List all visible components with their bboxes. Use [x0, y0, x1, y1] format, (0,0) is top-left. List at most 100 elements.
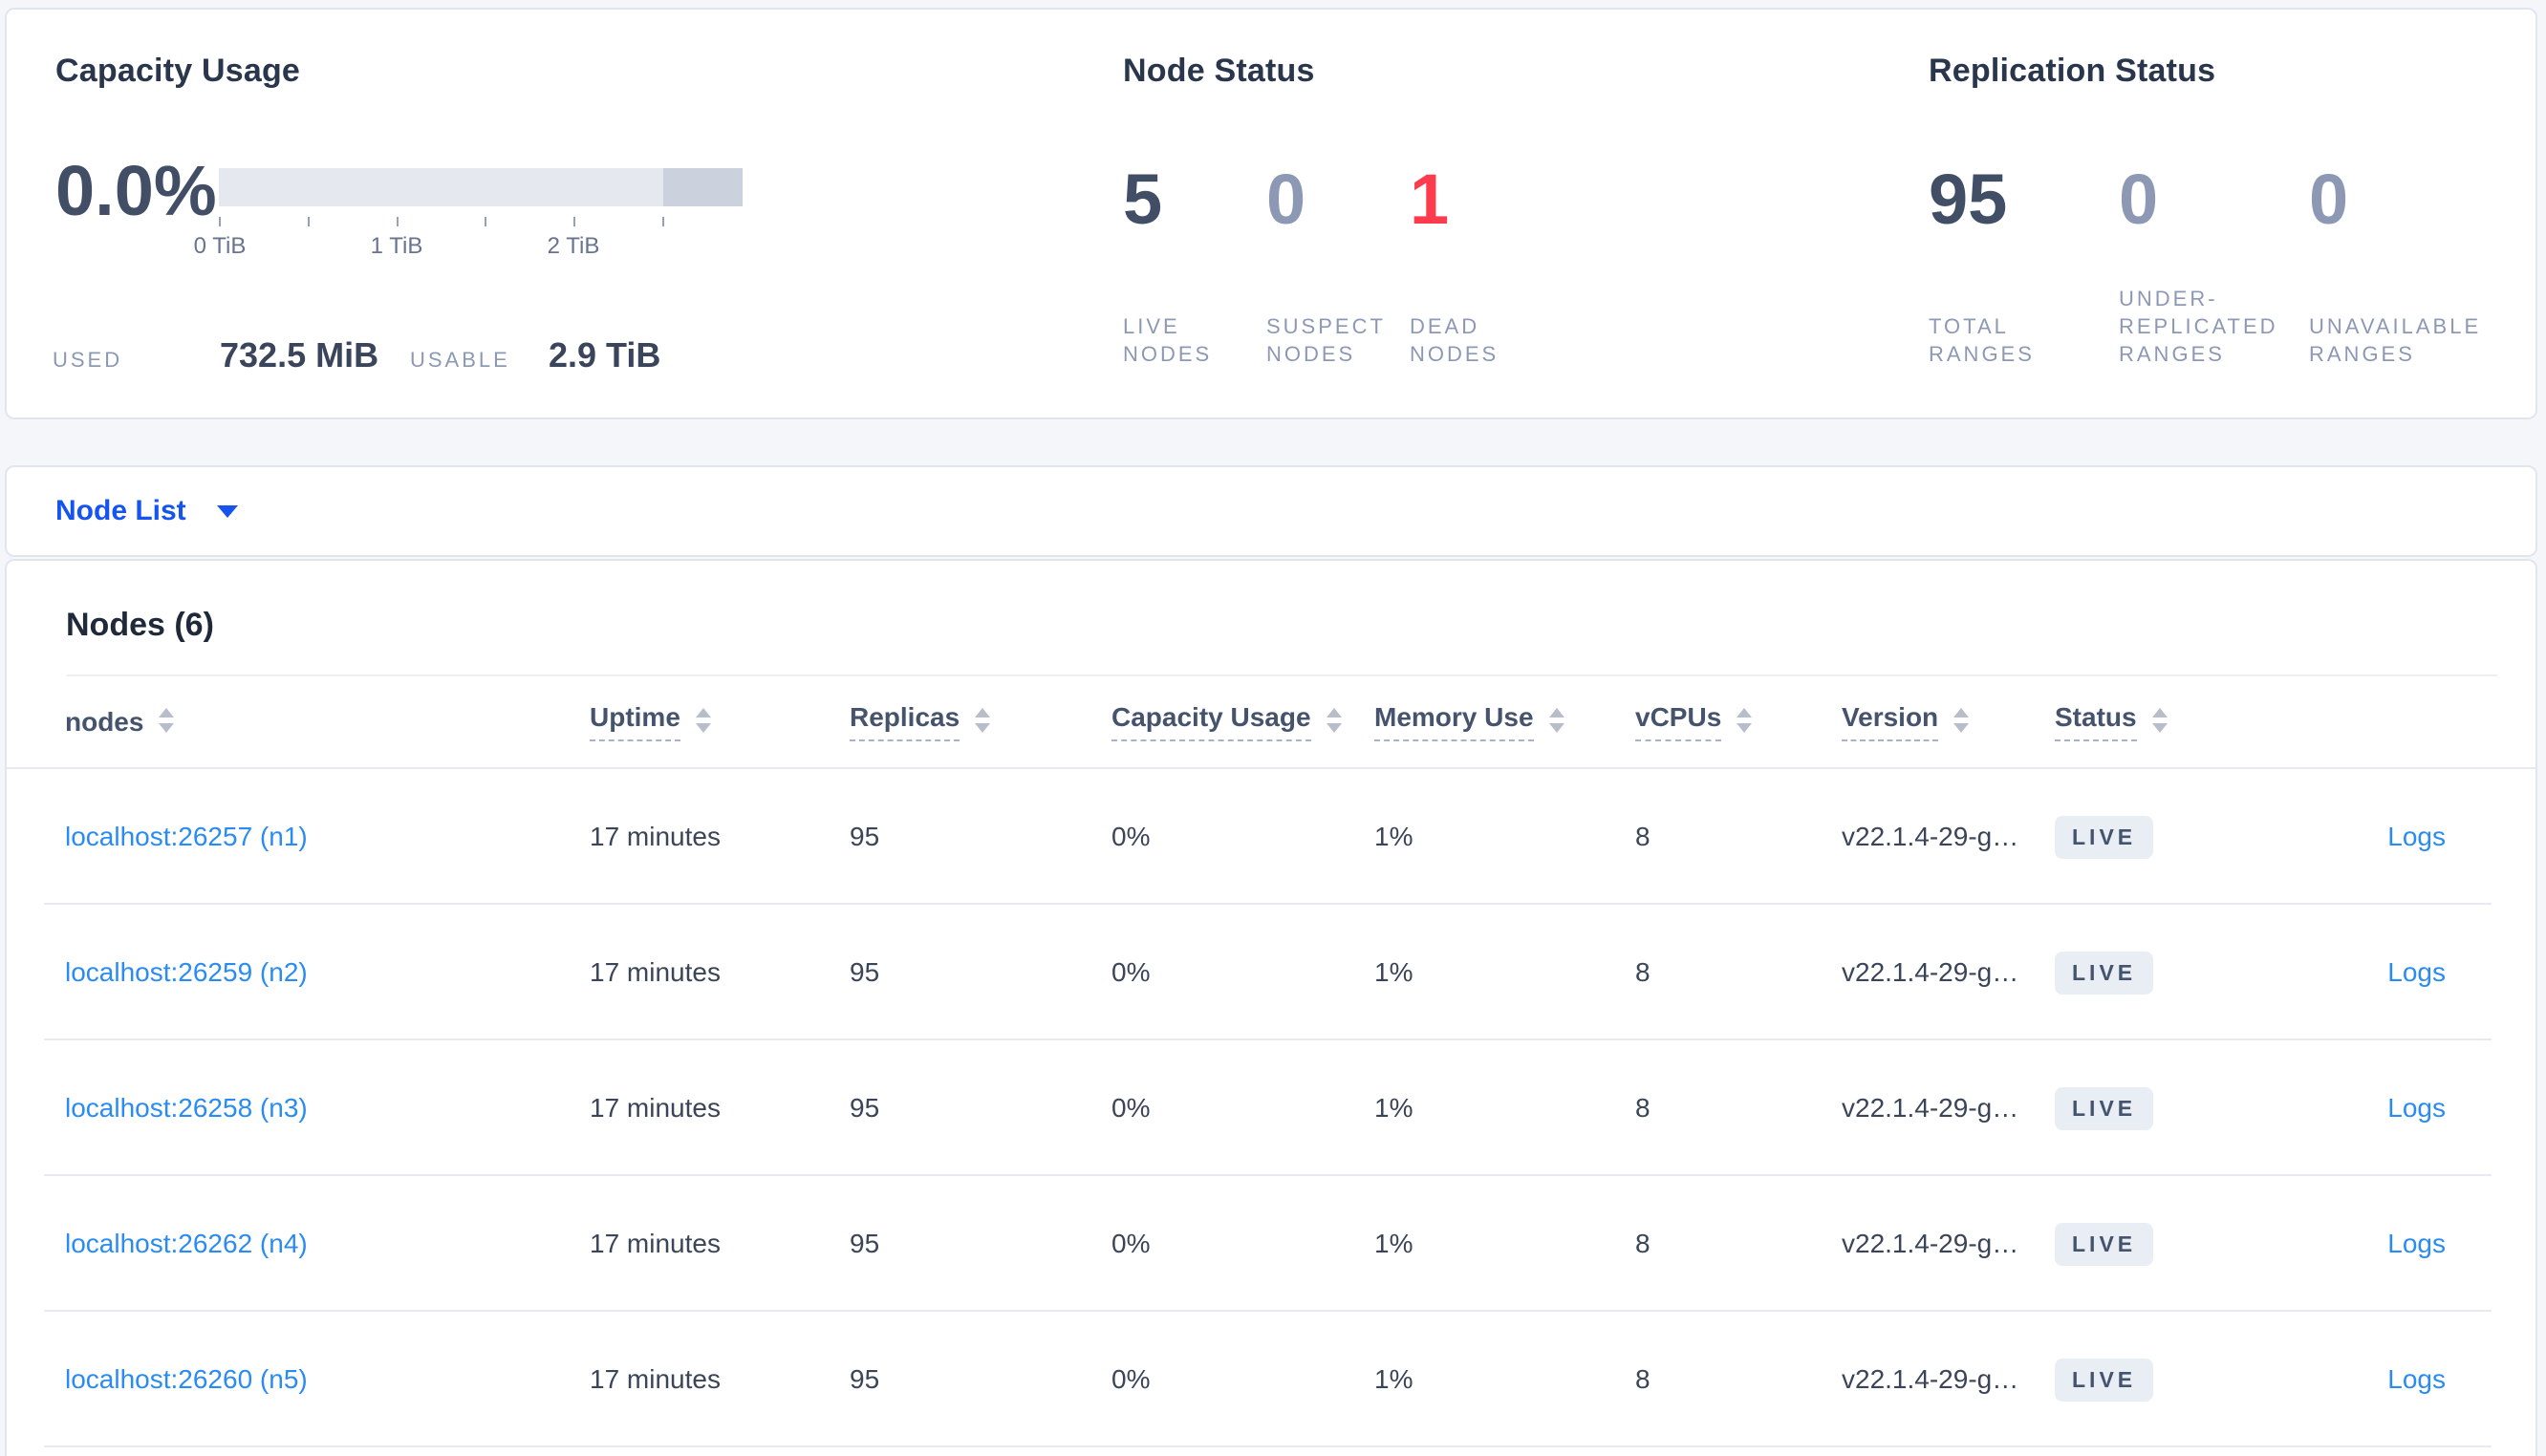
sort-icon: [159, 707, 175, 733]
logs-link[interactable]: Logs: [2387, 1364, 2446, 1394]
tick: [219, 217, 221, 226]
capacity-bar: 0 TiB 1 TiB 2 TiB: [194, 168, 743, 260]
uptime-cell: 17 minutes: [590, 822, 721, 851]
column-header[interactable]: nodes: [65, 707, 590, 738]
version-cell: v22.1.4-29-g…: [1842, 822, 2019, 851]
sort-icon: [1548, 707, 1564, 733]
stat-value: 0: [2119, 160, 2159, 239]
memory-cell: 1%: [1374, 822, 1413, 851]
vcpus-cell: 8: [1635, 1093, 1651, 1123]
stat: 0 UNAVAILABLE RANGES: [2309, 162, 2499, 368]
replicas-cell: 95: [850, 1093, 880, 1123]
used-value: 732.5 MiB: [220, 335, 379, 375]
capacity-usage-title: Capacity Usage: [55, 53, 301, 89]
capacity-cell: 0%: [1111, 1093, 1151, 1123]
uptime-cell: 17 minutes: [590, 1364, 721, 1394]
stat-label: UNAVAILABLE RANGES: [2309, 314, 2482, 366]
logs-link[interactable]: Logs: [2387, 822, 2446, 851]
version-cell: v22.1.4-29-g…: [1842, 1093, 2019, 1123]
sort-icon: [1737, 707, 1753, 733]
column-header-label: Status: [2055, 702, 2137, 741]
replication-status-section: Replication Status 95 TOTAL RANGES 0 UND…: [1929, 10, 2521, 421]
tick: [397, 217, 399, 226]
column-header[interactable]: Capacity Usage: [1111, 702, 1374, 741]
stat: 1 DEAD NODES: [1410, 162, 1553, 368]
version-cell: v22.1.4-29-g…: [1842, 1229, 2019, 1258]
status-badge: LIVE: [2055, 951, 2154, 995]
usable-label: USABLE: [410, 348, 510, 372]
memory-cell: 1%: [1374, 957, 1413, 987]
vcpus-cell: 8: [1635, 1364, 1651, 1394]
stat-value: 95: [1929, 160, 2008, 239]
status-badge: LIVE: [2055, 1222, 2154, 1266]
sort-icon: [2151, 707, 2168, 733]
node-list-dropdown-label: Node List: [55, 495, 186, 526]
capacity-cell: 0%: [1111, 822, 1151, 851]
node-link[interactable]: localhost:26257 (n1): [65, 822, 308, 851]
uptime-cell: 17 minutes: [590, 957, 721, 987]
memory-cell: 1%: [1374, 1229, 1413, 1258]
stat-label: UNDER-REPLICATED RANGES: [2119, 287, 2278, 366]
node-link[interactable]: localhost:26260 (n5): [65, 1364, 308, 1394]
node-status-section: Node Status 5 LIVE NODES 0 SUSPECT NODES…: [1123, 10, 1792, 421]
node-link[interactable]: localhost:26259 (n2): [65, 957, 308, 987]
column-header-label: Replicas: [850, 702, 960, 741]
logs-link[interactable]: Logs: [2387, 1229, 2446, 1258]
column-header-label: Capacity Usage: [1111, 702, 1311, 741]
replicas-cell: 95: [850, 822, 880, 851]
capacity-axis-labels: 0 TiB 1 TiB 2 TiB: [194, 233, 743, 260]
table-row: localhost:26259 (n2) 17 minutes 95 0% 1%…: [7, 905, 2535, 1040]
column-header-label: vCPUs: [1635, 702, 1722, 741]
column-header[interactable]: Uptime: [590, 702, 850, 741]
column-header[interactable]: Status: [2055, 702, 2305, 741]
capacity-cell: 0%: [1111, 1364, 1151, 1394]
logs-link[interactable]: Logs: [2387, 957, 2446, 987]
vcpus-cell: 8: [1635, 1229, 1651, 1258]
stat-value: 1: [1410, 160, 1450, 239]
stat: 95 TOTAL RANGES: [1929, 162, 2119, 368]
memory-cell: 1%: [1374, 1093, 1413, 1123]
column-header-label: nodes: [65, 706, 144, 737]
uptime-cell: 17 minutes: [590, 1093, 721, 1123]
tick: [485, 217, 486, 226]
replication-status-title: Replication Status: [1929, 53, 2216, 89]
column-header[interactable]: Memory Use: [1374, 702, 1635, 741]
chevron-down-icon: [216, 504, 238, 518]
column-header-label: Memory Use: [1374, 702, 1534, 741]
axis-label: 2 TiB: [547, 233, 600, 259]
node-link[interactable]: localhost:26258 (n3): [65, 1093, 308, 1123]
capacity-bar-ticks: [219, 217, 743, 226]
column-header[interactable]: Version: [1842, 702, 2055, 741]
sort-icon: [1326, 707, 1342, 733]
table-row: localhost:26260 (n5) 17 minutes 95 0% 1%…: [7, 1312, 2535, 1447]
table-row: localhost:26257 (n1) 17 minutes 95 0% 1%…: [7, 769, 2535, 905]
sort-icon: [695, 707, 711, 733]
node-link[interactable]: localhost:26262 (n4): [65, 1229, 308, 1258]
axis-label: 0 TiB: [193, 233, 247, 259]
sort-icon: [1953, 707, 1970, 733]
stat-label: SUSPECT NODES: [1266, 314, 1386, 366]
capacity-cell: 0%: [1111, 1229, 1151, 1258]
stat: 0 UNDER-REPLICATED RANGES: [2119, 162, 2309, 368]
axis-label: 1 TiB: [370, 233, 423, 259]
stat-value: 0: [1266, 160, 1306, 239]
status-badge: LIVE: [2055, 1358, 2154, 1402]
version-cell: v22.1.4-29-g…: [1842, 957, 2019, 987]
uptime-cell: 17 minutes: [590, 1229, 721, 1258]
version-cell: v22.1.4-29-g…: [1842, 1364, 2019, 1394]
replicas-cell: 95: [850, 957, 880, 987]
usable-value: 2.9 TiB: [549, 335, 661, 375]
stat-label: DEAD NODES: [1410, 314, 1500, 366]
column-header[interactable]: vCPUs: [1635, 702, 1842, 741]
replicas-cell: 95: [850, 1229, 880, 1258]
node-status-title: Node Status: [1123, 53, 1315, 89]
node-list-dropdown[interactable]: Node List: [55, 495, 238, 527]
column-header[interactable]: Replicas: [850, 702, 1111, 741]
replication-status-stats: 95 TOTAL RANGES 0 UNDER-REPLICATED RANGE…: [1929, 162, 2499, 368]
cluster-overview-page: Capacity Usage 0.0% 0 TiB 1 TiB 2 TiB US…: [0, 0, 2546, 1456]
tick: [308, 217, 310, 226]
logs-link[interactable]: Logs: [2387, 1093, 2446, 1123]
capacity-used-percent: 0.0%: [55, 151, 217, 230]
capacity-usage-section: Capacity Usage 0.0% 0 TiB 1 TiB 2 TiB US…: [53, 10, 779, 421]
tick: [662, 217, 664, 226]
